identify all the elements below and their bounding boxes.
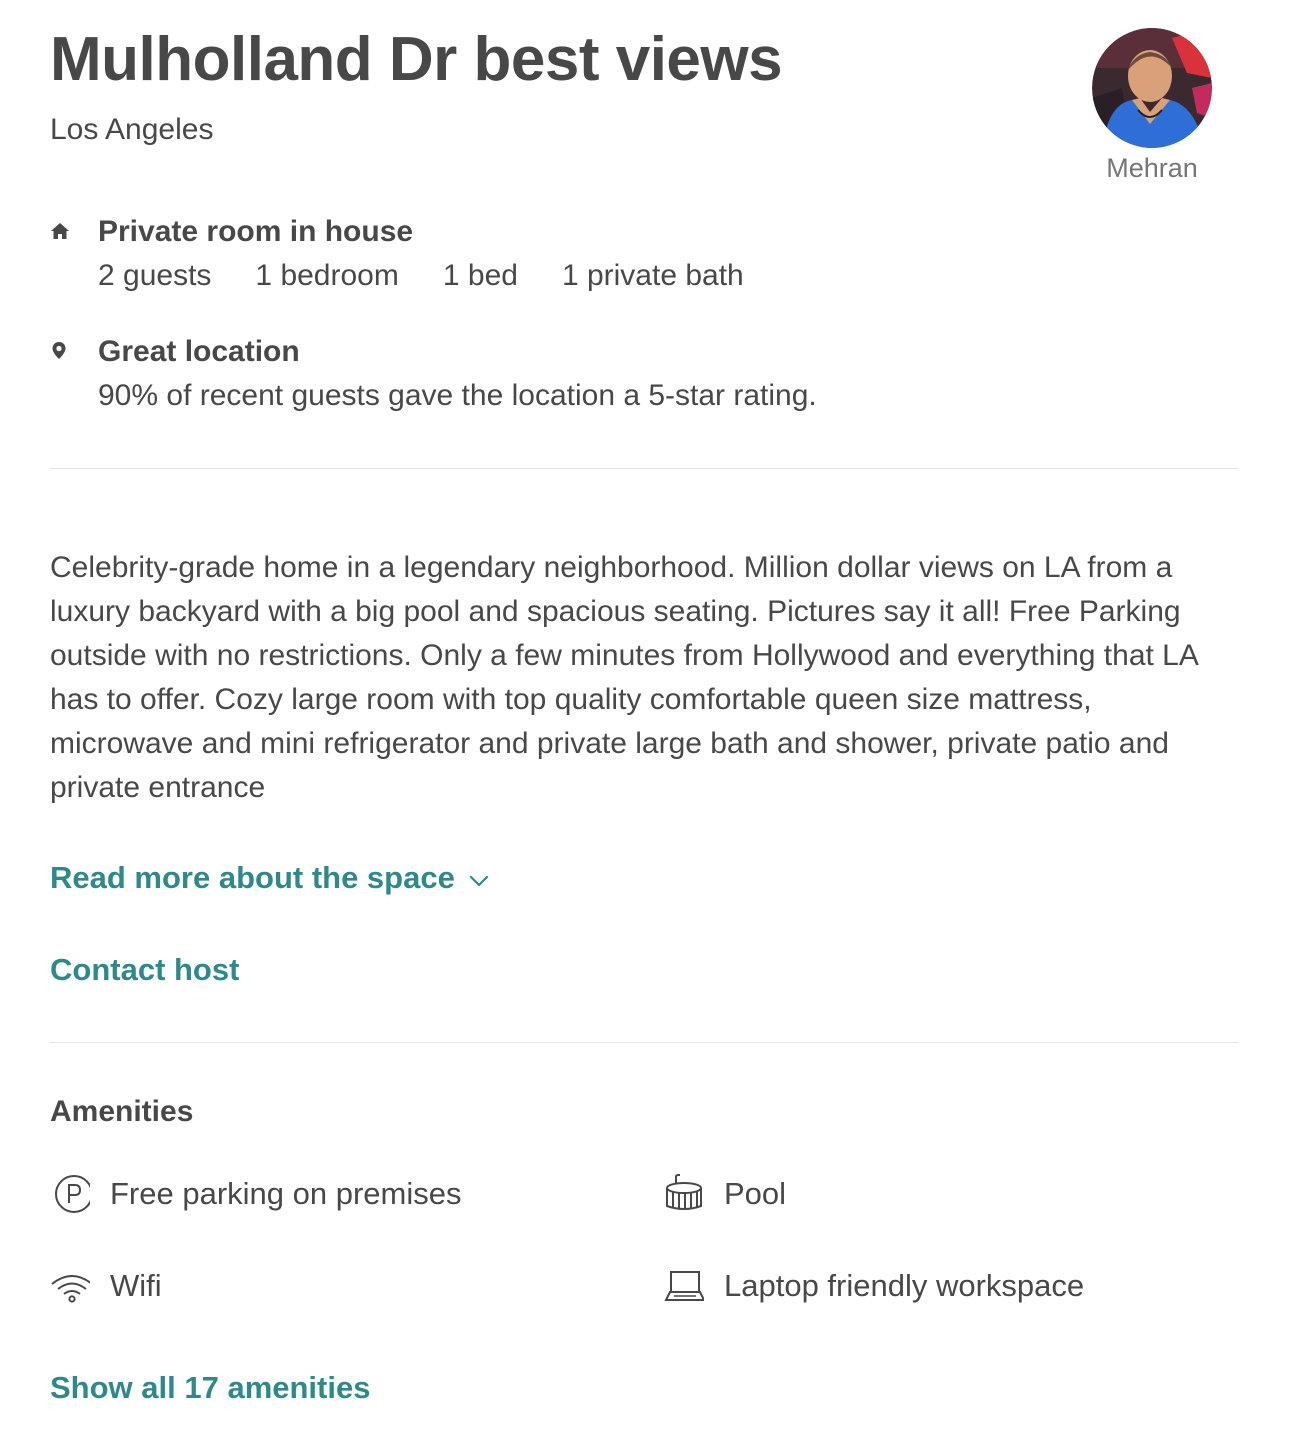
baths-count: 1 private bath (561, 259, 744, 292)
room-details: 2 guests 1 bedroom 1 bed 1 private bath (98, 258, 788, 294)
pool-icon (664, 1174, 704, 1214)
chevron-down-icon[interactable] (469, 860, 489, 896)
divider (50, 1042, 1238, 1043)
room-summary: Private room in house 2 guests 1 bedroom 1… (50, 214, 1050, 298)
host-avatar-photo-icon (1092, 28, 1212, 148)
parking-icon (50, 1174, 93, 1214)
amenity-label: Pool (724, 1176, 787, 1211)
listing-title: Mulholland Dr best views (50, 25, 783, 94)
amenity-item: Laptop friendly workspace (664, 1266, 1224, 1306)
bedrooms-count: 1 bedroom (255, 259, 399, 292)
amenity-label: Wifi (110, 1268, 162, 1303)
read-more-label[interactable]: Read more about the space (50, 860, 455, 895)
host-avatar[interactable] (1092, 28, 1212, 148)
listing-city: Los Angeles (50, 113, 214, 146)
room-type: Private room in house (98, 215, 414, 248)
home-icon (50, 220, 70, 242)
wifi-icon (50, 1266, 93, 1306)
host-profile[interactable]: Mehran (1080, 28, 1224, 184)
amenity-label: Laptop friendly workspace (724, 1268, 1085, 1303)
guests-count: 2 guests (98, 259, 212, 292)
amenity-item: Pool (664, 1174, 1224, 1214)
show-all-amenities-link[interactable]: Show all 17 amenities (50, 1370, 370, 1406)
location-summary: Great location 90% of recent guests gave… (50, 334, 1050, 418)
contact-host-link[interactable]: Contact host (50, 952, 239, 988)
read-more-link[interactable]: Read more about the space (50, 860, 489, 896)
location-rating-text: 90% of recent guests gave the location a… (98, 379, 817, 412)
amenity-item: Free parking on premises (50, 1174, 610, 1214)
location-heading: Great location (98, 335, 300, 368)
amenities-title: Amenities (50, 1095, 194, 1128)
host-name[interactable]: Mehran (1080, 152, 1224, 184)
map-pin-icon (50, 340, 70, 362)
amenity-label: Free parking on premises (110, 1176, 462, 1211)
divider (50, 468, 1238, 469)
laptop-icon (664, 1266, 706, 1306)
listing-page: Mulholland Dr best views Los Angeles Meh… (50, 0, 1238, 1434)
beds-count: 1 bed (442, 259, 518, 292)
amenity-item: Wifi (50, 1266, 610, 1306)
listing-description: Celebrity-grade home in a legendary neig… (50, 551, 1198, 804)
